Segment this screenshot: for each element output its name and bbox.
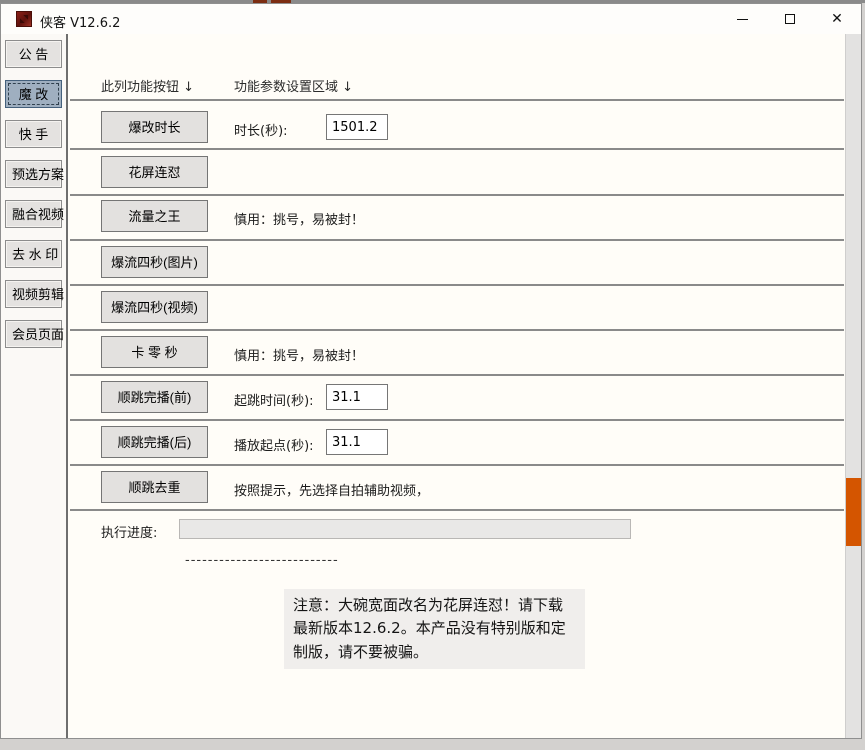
sidebar-item-mod[interactable]: 魔 改 — [5, 80, 62, 108]
row-separator — [70, 419, 844, 421]
sidebar-item-preset-plan[interactable]: 预选方案 — [5, 160, 62, 188]
maximize-icon — [785, 14, 795, 24]
progress-label: 执行进度: — [101, 522, 157, 541]
progress-bar — [179, 519, 631, 539]
window-title: 侠客 V12.6.2 — [40, 12, 120, 31]
row-separator — [70, 194, 844, 196]
sidebar-item-member-page[interactable]: 会员页面 — [5, 320, 62, 348]
sidebar-item-remove-watermark[interactable]: 去 水 印 — [5, 240, 62, 268]
burst-4s-video-button[interactable]: 爆流四秒(视频) — [101, 291, 208, 323]
jump-time-input[interactable] — [326, 384, 388, 410]
row-separator — [70, 239, 844, 241]
title-bar: 侠客 V12.6.2 ✕ — [1, 4, 861, 34]
glitch-screen-button[interactable]: 花屏连怼 — [101, 156, 208, 188]
skip-play-back-button[interactable]: 顺跳完播(后) — [101, 426, 208, 458]
row-separator — [70, 374, 844, 376]
sidebar-item-video-edit[interactable]: 视频剪辑 — [5, 280, 62, 308]
close-button[interactable]: ✕ — [814, 4, 860, 34]
burst-duration-button[interactable]: 爆改时长 — [101, 111, 208, 143]
notice-text: 注意：大碗宽面改名为花屏连怼！请下载最新版本12.6.2。本产品没有特别版和定制… — [284, 589, 585, 669]
zero-second-button[interactable]: 卡 零 秒 — [101, 336, 208, 368]
sidebar-item-kuaishou[interactable]: 快 手 — [5, 120, 62, 148]
column-header-buttons: 此列功能按钮 ↓ — [101, 76, 194, 95]
close-icon: ✕ — [831, 12, 843, 26]
sidebar-item-merge-video[interactable]: 融合视频 — [5, 200, 62, 228]
row-separator — [70, 148, 844, 150]
play-start-input[interactable] — [326, 429, 388, 455]
row-separator — [70, 329, 844, 331]
row-separator — [70, 99, 844, 101]
column-header-params: 功能参数设置区域 ↓ — [234, 76, 353, 95]
row-separator — [70, 284, 844, 286]
duration-input[interactable] — [326, 114, 388, 140]
maximize-button[interactable] — [767, 4, 813, 34]
minimize-button[interactable] — [719, 4, 765, 34]
minimize-icon — [737, 19, 748, 20]
row-separator — [70, 509, 844, 511]
play-start-label: 播放起点(秒): — [234, 435, 314, 454]
duration-label: 时长(秒): — [234, 120, 288, 139]
app-window: 侠客 V12.6.2 ✕ 公 告 魔 改 快 手 预选方案 融合视频 去 水 印… — [0, 3, 862, 739]
zero-second-warning: 慎用：挑号，易被封！ — [234, 345, 364, 364]
skip-play-front-button[interactable]: 顺跳完播(前) — [101, 381, 208, 413]
traffic-king-warning: 慎用：挑号，易被封！ — [234, 209, 364, 228]
row-separator — [70, 464, 844, 466]
skip-dedup-hint: 按照提示，先选择自拍辅助视频， — [234, 480, 429, 499]
dashed-divider: --------------------------- — [185, 553, 339, 568]
skip-dedup-button[interactable]: 顺跳去重 — [101, 471, 208, 503]
vertical-scrollbar[interactable] — [845, 34, 861, 738]
scrollbar-thumb[interactable] — [846, 478, 861, 546]
sidebar: 公 告 魔 改 快 手 预选方案 融合视频 去 水 印 视频剪辑 会员页面 — [1, 34, 68, 738]
traffic-king-button[interactable]: 流量之王 — [101, 200, 208, 232]
app-logo-icon — [16, 11, 32, 27]
sidebar-item-announcement[interactable]: 公 告 — [5, 40, 62, 68]
jump-time-label: 起跳时间(秒): — [234, 390, 314, 409]
burst-4s-image-button[interactable]: 爆流四秒(图片) — [101, 246, 208, 278]
